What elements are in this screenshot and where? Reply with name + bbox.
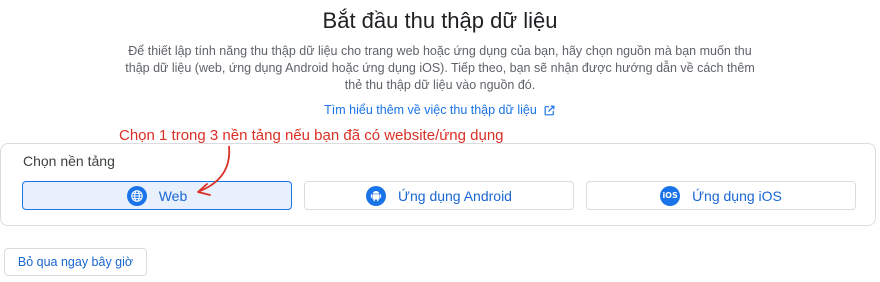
platform-ios-label: Ứng dụng iOS <box>692 187 782 204</box>
globe-icon <box>126 185 147 206</box>
page-description: Để thiết lập tính năng thu thập dữ liệu … <box>125 44 755 92</box>
learn-more-label: Tìm hiểu thêm về việc thu thập dữ liệu <box>324 103 537 117</box>
platform-section-label: Chọn nền tảng <box>23 153 115 169</box>
page-title: Bắt đầu thu thập dữ liệu <box>322 8 558 33</box>
platform-web-button[interactable]: Web <box>22 181 292 210</box>
skip-button[interactable]: Bỏ qua ngay bây giờ <box>4 248 147 276</box>
learn-more-link[interactable]: Tìm hiểu thêm về việc thu thập dữ liệu <box>0 103 880 117</box>
ios-icon: iOS <box>660 185 681 206</box>
platform-android-button[interactable]: Ứng dụng Android <box>304 181 574 210</box>
platform-web-label: Web <box>158 187 188 204</box>
android-icon <box>366 185 387 206</box>
platform-ios-button[interactable]: iOS Ứng dụng iOS <box>586 181 856 210</box>
external-link-icon <box>544 105 555 115</box>
annotation-text: Chọn 1 trong 3 nền tảng nếu bạn đã có we… <box>119 127 504 144</box>
platform-android-label: Ứng dụng Android <box>398 187 512 204</box>
